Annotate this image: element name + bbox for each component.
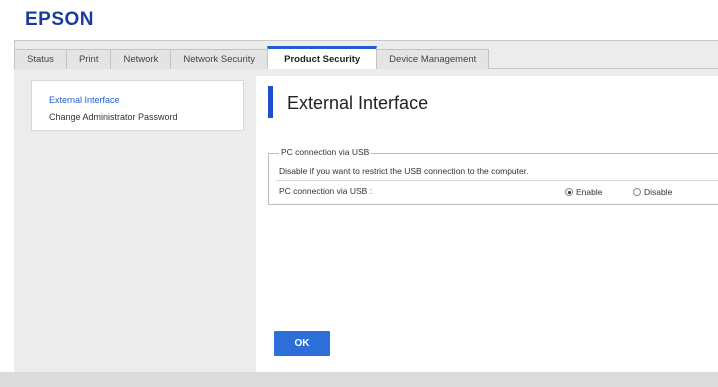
sidebar: External Interface Change Administrator … [31,80,244,131]
radio-selected-icon[interactable] [565,188,573,196]
radio-unselected-icon[interactable] [633,188,641,196]
tab-bar: Status Print Network Network Security Pr… [14,46,718,69]
ok-button[interactable]: OK [274,331,330,356]
tab-product-security[interactable]: Product Security [267,46,378,69]
usb-row-label: PC connection via USB : [279,186,373,196]
radio-disable[interactable]: Disable [633,186,672,198]
tab-print[interactable]: Print [65,49,112,69]
radio-enable-label: Enable [576,187,603,197]
group-description: Disable if you want to restrict the USB … [279,166,529,176]
sidebar-item-change-admin-password[interactable]: Change Administrator Password [49,112,178,122]
tab-device-management[interactable]: Device Management [376,49,490,69]
radio-disable-label: Disable [644,187,673,197]
sidebar-item-external-interface[interactable]: External Interface [49,95,120,105]
page-title: External Interface [287,93,429,113]
bottom-bar [0,372,718,387]
group-legend: PC connection via USB [279,147,372,157]
title-accent-bar [268,86,273,118]
main-panel [256,76,718,372]
header: EPSON [0,0,718,40]
row-divider [276,180,718,181]
tab-network-security[interactable]: Network Security [170,49,269,69]
radio-enable[interactable]: Enable [565,186,602,198]
tab-status[interactable]: Status [14,49,67,69]
tab-network[interactable]: Network [110,49,172,69]
tab-bar-filler [488,49,718,69]
epson-logo: EPSON [25,9,95,30]
